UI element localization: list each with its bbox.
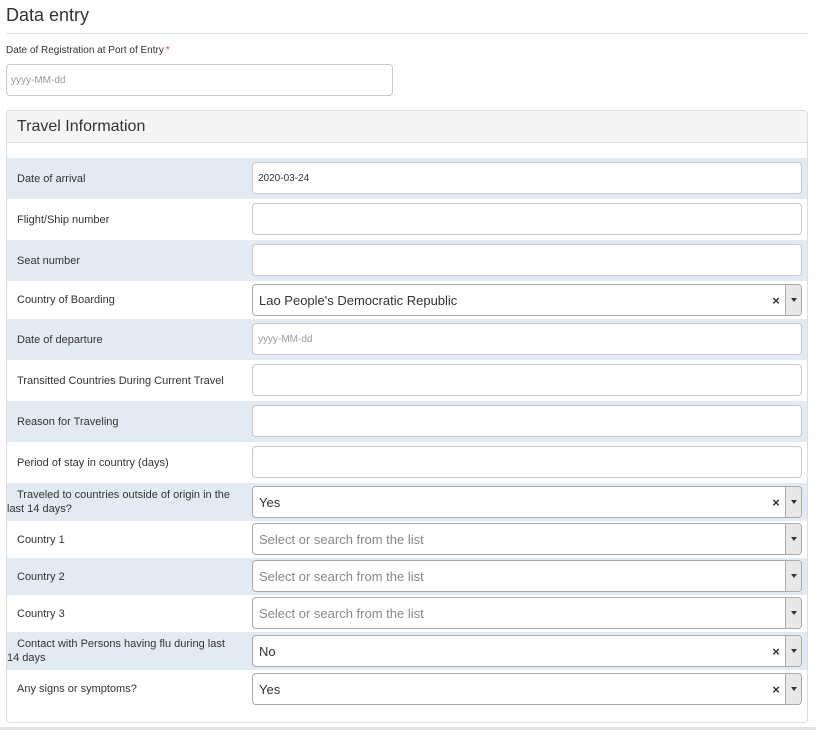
traveled-outside-label-line1: Traveled to countries outside of origin …: [17, 489, 230, 501]
row-date-of-arrival: Date of arrival: [7, 158, 807, 199]
row-traveled-outside: Traveled to countries outside of origin …: [7, 483, 807, 521]
clear-icon[interactable]: ×: [769, 293, 783, 308]
chevron-down-icon[interactable]: [785, 285, 801, 315]
date-of-arrival-label: Date of arrival: [17, 172, 86, 185]
title-divider: [6, 33, 808, 34]
signs-symptoms-label: Any signs or symptoms?: [17, 683, 137, 695]
country-1-select[interactable]: Select or search from the list: [252, 523, 802, 555]
clear-icon[interactable]: ×: [769, 644, 783, 659]
chevron-down-icon[interactable]: [785, 524, 801, 554]
registration-date-input[interactable]: [6, 64, 393, 96]
reason-for-traveling-input[interactable]: [252, 405, 802, 437]
row-signs-symptoms: Any signs or symptoms? Yes ×: [7, 670, 807, 708]
country-3-select[interactable]: Select or search from the list: [252, 597, 802, 629]
row-date-of-departure: Date of departure: [7, 319, 807, 360]
row-flight-number: Flight/Ship number: [7, 199, 807, 240]
country-2-select[interactable]: Select or search from the list: [252, 560, 802, 592]
period-of-stay-label: Period of stay in country (days): [17, 456, 169, 469]
country-2-label: Country 2: [17, 570, 65, 583]
registration-date-label-text: Date of Registration at Port of Entry: [6, 45, 164, 56]
row-contact-flu: Contact with Persons having flu during l…: [7, 632, 807, 670]
row-period-of-stay: Period of stay in country (days): [7, 442, 807, 483]
country-of-boarding-label: Country of Boarding: [17, 294, 115, 306]
chevron-down-icon[interactable]: [785, 561, 801, 591]
seat-number-label: Seat number: [17, 254, 80, 267]
page-title: Data entry: [6, 5, 90, 25]
row-seat-number: Seat number: [7, 240, 807, 281]
row-transitted-countries: Transitted Countries During Current Trav…: [7, 360, 807, 401]
country-1-label: Country 1: [17, 533, 65, 546]
signs-symptoms-select[interactable]: Yes ×: [252, 673, 802, 705]
date-of-arrival-input[interactable]: [252, 162, 802, 194]
chevron-down-icon[interactable]: [785, 674, 801, 704]
required-mark: *: [165, 45, 170, 56]
country-of-boarding-value: Lao People's Democratic Republic: [259, 292, 458, 308]
traveled-outside-value: Yes: [259, 494, 281, 510]
contact-flu-label: Contact with Persons having flu during l…: [7, 637, 252, 665]
row-country-1: Country 1 Select or search from the list: [7, 521, 807, 558]
reason-for-traveling-label: Reason for Traveling: [17, 415, 119, 428]
contact-flu-select[interactable]: No ×: [252, 635, 802, 667]
row-reason-for-traveling: Reason for Traveling: [7, 401, 807, 442]
country-3-placeholder: Select or search from the list: [259, 605, 424, 621]
contact-flu-label-line1: Contact with Persons having flu during l…: [17, 638, 225, 650]
traveled-outside-select[interactable]: Yes ×: [252, 486, 802, 518]
traveled-outside-label-line2: last 14 days?: [7, 503, 72, 515]
seat-number-input[interactable]: [252, 244, 802, 276]
row-country-3: Country 3 Select or search from the list: [7, 595, 807, 632]
traveled-outside-label: Traveled to countries outside of origin …: [7, 488, 252, 516]
panel-title: Travel Information: [7, 111, 807, 143]
chevron-down-icon[interactable]: [785, 487, 801, 517]
row-country-2: Country 2 Select or search from the list: [7, 558, 807, 595]
date-of-departure-label: Date of departure: [17, 333, 103, 346]
country-1-placeholder: Select or search from the list: [259, 531, 424, 547]
country-2-placeholder: Select or search from the list: [259, 568, 424, 584]
clear-icon[interactable]: ×: [769, 495, 783, 510]
chevron-down-icon[interactable]: [785, 598, 801, 628]
transitted-countries-label: Transitted Countries During Current Trav…: [17, 374, 224, 387]
contact-flu-value: No: [259, 643, 276, 659]
country-3-label: Country 3: [17, 607, 65, 620]
signs-symptoms-value: Yes: [259, 681, 281, 697]
registration-date-label: Date of Registration at Port of Entry *: [6, 45, 170, 56]
clear-icon[interactable]: ×: [769, 682, 783, 697]
transitted-countries-input[interactable]: [252, 364, 802, 396]
travel-information-panel: Travel Information Date of arrival Fligh…: [6, 110, 808, 723]
contact-flu-label-line2: 14 days: [7, 652, 46, 664]
date-of-departure-input[interactable]: [252, 323, 802, 355]
chevron-down-icon[interactable]: [785, 636, 801, 666]
country-of-boarding-select[interactable]: Lao People's Democratic Republic ×: [252, 284, 802, 316]
flight-number-label: Flight/Ship number: [17, 213, 110, 226]
period-of-stay-input[interactable]: [252, 446, 802, 478]
flight-number-input[interactable]: [252, 203, 802, 235]
row-country-of-boarding: Country of Boarding Lao People's Democra…: [7, 281, 807, 319]
